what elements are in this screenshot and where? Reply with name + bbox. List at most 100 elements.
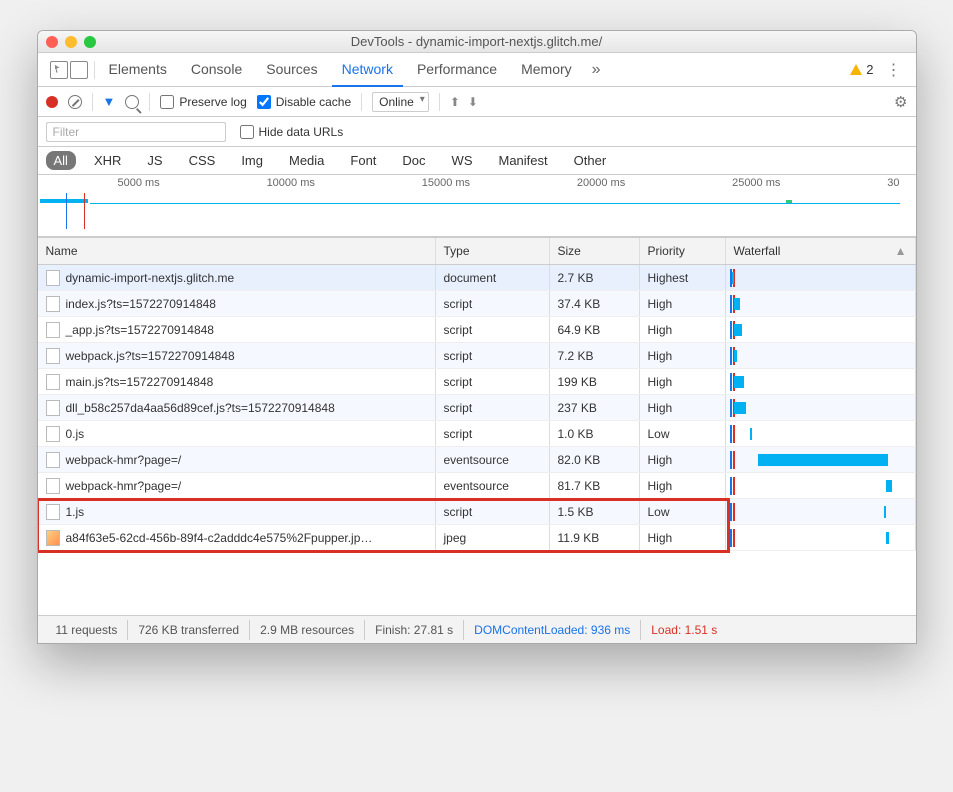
tab-performance[interactable]: Performance: [407, 53, 507, 87]
file-icon: [46, 270, 60, 286]
table-body: dynamic-import-nextjs.glitch.medocument2…: [38, 265, 916, 615]
cell-waterfall: [726, 473, 916, 498]
type-other[interactable]: Other: [566, 151, 615, 170]
col-priority[interactable]: Priority: [640, 238, 726, 264]
tab-memory[interactable]: Memory: [511, 53, 582, 87]
disable-cache-checkbox[interactable]: Disable cache: [257, 95, 351, 109]
gear-icon[interactable]: ⚙: [894, 93, 907, 111]
hide-data-urls-checkbox[interactable]: Hide data URLs: [240, 125, 344, 139]
tab-network[interactable]: Network: [332, 53, 403, 87]
network-toolbar: ▼ Preserve log Disable cache Online ⬆ ⬇ …: [38, 87, 916, 117]
cell-priority: High: [640, 317, 726, 342]
cell-type: script: [436, 395, 550, 420]
col-size[interactable]: Size: [550, 238, 640, 264]
kebab-menu-icon[interactable]: ⋮: [878, 60, 910, 80]
type-filter-row: All XHR JS CSS Img Media Font Doc WS Man…: [38, 147, 916, 175]
more-tabs-icon[interactable]: »: [586, 61, 607, 79]
status-requests: 11 requests: [46, 620, 129, 640]
table-row[interactable]: webpack.js?ts=1572270914848script7.2 KBH…: [38, 343, 916, 369]
type-xhr[interactable]: XHR: [86, 151, 129, 170]
download-icon[interactable]: ⬇: [468, 95, 476, 109]
file-icon: [46, 452, 60, 468]
filter-row: Filter Hide data URLs: [38, 117, 916, 147]
file-icon: [46, 322, 60, 338]
inspect-element-icon[interactable]: [50, 61, 68, 79]
status-resources: 2.9 MB resources: [250, 620, 365, 640]
tick: 5000 ms: [118, 177, 160, 189]
table-row[interactable]: 0.jsscript1.0 KBLow: [38, 421, 916, 447]
file-icon: [46, 426, 60, 442]
filter-icon[interactable]: ▼: [103, 94, 116, 109]
type-doc[interactable]: Doc: [394, 151, 433, 170]
preserve-log-checkbox[interactable]: Preserve log: [160, 95, 246, 109]
cell-size: 1.0 KB: [550, 421, 640, 446]
search-icon[interactable]: [125, 95, 139, 109]
cell-size: 2.7 KB: [550, 265, 640, 290]
type-js[interactable]: JS: [139, 151, 170, 170]
type-manifest[interactable]: Manifest: [491, 151, 556, 170]
devtools-window: DevTools - dynamic-import-nextjs.glitch.…: [37, 30, 917, 644]
tab-sources[interactable]: Sources: [256, 53, 327, 87]
col-waterfall[interactable]: Waterfall▲: [726, 238, 916, 264]
table-row[interactable]: index.js?ts=1572270914848script37.4 KBHi…: [38, 291, 916, 317]
type-font[interactable]: Font: [342, 151, 384, 170]
table-row[interactable]: webpack-hmr?page=/eventsource82.0 KBHigh: [38, 447, 916, 473]
panel-tabs: Elements Console Sources Network Perform…: [38, 53, 916, 87]
type-media[interactable]: Media: [281, 151, 332, 170]
cell-size: 7.2 KB: [550, 343, 640, 368]
cell-priority: High: [640, 473, 726, 498]
cell-type: document: [436, 265, 550, 290]
cell-name: webpack-hmr?page=/: [38, 473, 436, 498]
inspect-tools: [44, 61, 95, 79]
type-all[interactable]: All: [46, 151, 76, 170]
tick: 20000 ms: [577, 177, 625, 189]
table-row[interactable]: webpack-hmr?page=/eventsource81.7 KBHigh: [38, 473, 916, 499]
file-icon: [46, 400, 60, 416]
table-row[interactable]: dynamic-import-nextjs.glitch.medocument2…: [38, 265, 916, 291]
cell-type: eventsource: [436, 447, 550, 472]
col-name[interactable]: Name: [38, 238, 436, 264]
device-toolbar-icon[interactable]: [70, 61, 88, 79]
clear-icon[interactable]: [68, 95, 82, 109]
type-img[interactable]: Img: [233, 151, 271, 170]
tab-elements[interactable]: Elements: [99, 53, 177, 87]
window-title: DevTools - dynamic-import-nextjs.glitch.…: [38, 34, 916, 49]
cell-waterfall: [726, 291, 916, 316]
table-row[interactable]: main.js?ts=1572270914848script199 KBHigh: [38, 369, 916, 395]
upload-icon[interactable]: ⬆: [450, 95, 458, 109]
record-icon[interactable]: [46, 96, 58, 108]
tab-console[interactable]: Console: [181, 53, 252, 87]
cell-type: script: [436, 421, 550, 446]
cell-size: 199 KB: [550, 369, 640, 394]
cell-size: 64.9 KB: [550, 317, 640, 342]
table-row[interactable]: a84f63e5-62cd-456b-89f4-c2adddc4e575%2Fp…: [38, 525, 916, 551]
cell-waterfall: [726, 395, 916, 420]
titlebar: DevTools - dynamic-import-nextjs.glitch.…: [38, 31, 916, 53]
status-transferred: 726 KB transferred: [128, 620, 250, 640]
cell-waterfall: [726, 265, 916, 290]
cell-name: _app.js?ts=1572270914848: [38, 317, 436, 342]
table-row[interactable]: _app.js?ts=1572270914848script64.9 KBHig…: [38, 317, 916, 343]
file-icon: [46, 348, 60, 364]
cell-name: dll_b58c257da4aa56d89cef.js?ts=157227091…: [38, 395, 436, 420]
cell-size: 37.4 KB: [550, 291, 640, 316]
timeline-overview[interactable]: 5000 ms 10000 ms 15000 ms 20000 ms 25000…: [38, 175, 916, 237]
warnings-badge[interactable]: 2: [850, 62, 873, 77]
throttling-select[interactable]: Online: [372, 92, 429, 112]
type-css[interactable]: CSS: [181, 151, 224, 170]
status-dcl: DOMContentLoaded: 936 ms: [464, 620, 641, 640]
cell-type: script: [436, 317, 550, 342]
cell-priority: High: [640, 369, 726, 394]
col-type[interactable]: Type: [436, 238, 550, 264]
tick: 15000 ms: [422, 177, 470, 189]
cell-size: 1.5 KB: [550, 499, 640, 524]
file-icon: [46, 296, 60, 312]
cell-priority: Low: [640, 421, 726, 446]
cell-name: webpack-hmr?page=/: [38, 447, 436, 472]
table-row[interactable]: dll_b58c257da4aa56d89cef.js?ts=157227091…: [38, 395, 916, 421]
table-row[interactable]: 1.jsscript1.5 KBLow: [38, 499, 916, 525]
cell-waterfall: [726, 499, 916, 524]
type-ws[interactable]: WS: [444, 151, 481, 170]
filter-input[interactable]: Filter: [46, 122, 226, 142]
cell-name: a84f63e5-62cd-456b-89f4-c2adddc4e575%2Fp…: [38, 525, 436, 550]
